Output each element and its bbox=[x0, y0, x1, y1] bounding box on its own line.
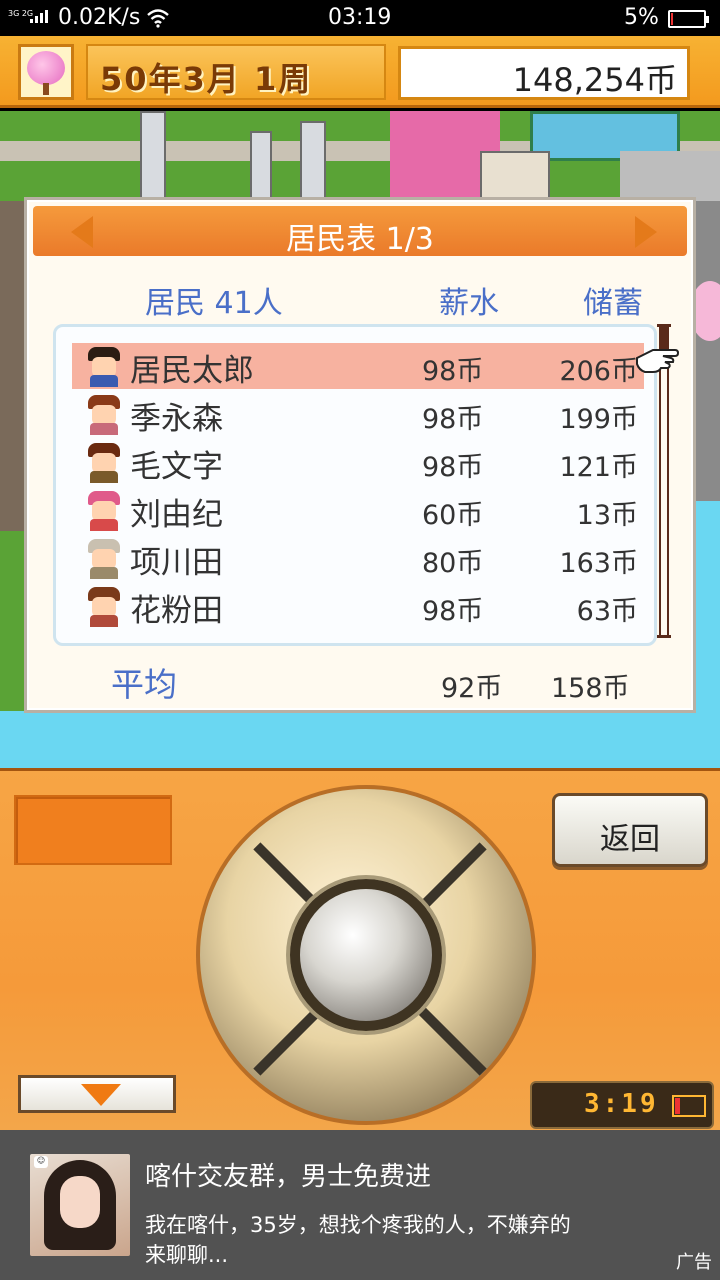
resident-savings: 121币 bbox=[559, 452, 638, 483]
savings-header: 储蓄 bbox=[583, 286, 643, 321]
battery-icon bbox=[668, 10, 709, 28]
resident-salary: 98币 bbox=[422, 596, 484, 627]
back-button-label: 返回 bbox=[600, 822, 660, 857]
network-speed: 0.02K/s bbox=[58, 5, 141, 30]
next-page-arrow-icon[interactable] bbox=[635, 216, 657, 248]
resident-table-panel: 居民表 1/3 居民 41人 薪水 储蓄 居民太郎 98币 206币 季永森 9… bbox=[24, 197, 696, 713]
resident-salary: 98币 bbox=[422, 356, 484, 387]
resident-salary: 98币 bbox=[422, 404, 484, 435]
resident-avatar bbox=[84, 345, 124, 387]
panel-header: 居民表 1/3 bbox=[33, 206, 687, 257]
battery-percent: 5% bbox=[624, 5, 659, 30]
resident-row[interactable]: 项川田 80币 163币 bbox=[72, 535, 644, 581]
resident-row[interactable]: 居民太郎 98币 206币 bbox=[72, 343, 644, 389]
resident-row[interactable]: 季永森 98币 199币 bbox=[72, 391, 644, 437]
resident-name: 项川田 bbox=[130, 545, 223, 581]
game-top-bar: 50年3月 1周 148,254币 bbox=[0, 36, 720, 108]
resident-savings: 63币 bbox=[576, 596, 638, 627]
resident-name: 刘由纪 bbox=[130, 497, 223, 533]
ad-title[interactable]: 喀什交友群，男士免费进 bbox=[145, 1156, 431, 1193]
average-salary: 92币 bbox=[441, 673, 503, 704]
resident-savings: 163币 bbox=[559, 548, 638, 579]
date-display: 50年3月 1周 bbox=[86, 44, 386, 100]
signal-icon bbox=[30, 10, 48, 23]
resident-salary: 80币 bbox=[422, 548, 484, 579]
back-button[interactable]: 返回 bbox=[552, 793, 708, 867]
panel-title: 居民表 1/3 bbox=[286, 222, 434, 257]
ad-banner[interactable]: ☺ 喀什交友群，男士免费进 我在喀什，35岁，想找个疼我的人，不嫌弃的来聊聊..… bbox=[0, 1130, 720, 1280]
battery-icon bbox=[672, 1095, 706, 1117]
resident-savings: 13币 bbox=[576, 500, 638, 531]
resident-name: 毛文字 bbox=[130, 449, 223, 485]
game-clock: 3:19 bbox=[530, 1081, 714, 1129]
average-savings: 158币 bbox=[551, 673, 630, 704]
resident-row[interactable]: 刘由纪 60币 13币 bbox=[72, 487, 644, 533]
resident-name: 季永森 bbox=[130, 401, 223, 437]
status-time: 03:19 bbox=[328, 5, 392, 30]
resident-row[interactable]: 毛文字 98币 121币 bbox=[72, 439, 644, 485]
date-text: 50年3月 1周 bbox=[100, 60, 313, 98]
down-arrow-icon bbox=[81, 1084, 121, 1106]
resident-savings: 206币 bbox=[559, 356, 638, 387]
resident-avatar bbox=[84, 393, 124, 435]
cherry-tree-icon[interactable] bbox=[18, 44, 74, 100]
chat-icon: ☺ bbox=[34, 1156, 48, 1168]
ad-image[interactable]: ☺ bbox=[30, 1154, 130, 1256]
resident-name: 居民太郎 bbox=[130, 353, 254, 389]
resident-avatar bbox=[84, 441, 124, 483]
resident-row[interactable]: 花粉田 98币 63币 bbox=[72, 583, 644, 629]
resident-avatar bbox=[84, 489, 124, 531]
game-clock-text: 3:19 bbox=[584, 1089, 659, 1119]
wifi-icon bbox=[146, 8, 170, 34]
resident-name: 花粉田 bbox=[130, 593, 223, 629]
ad-description[interactable]: 我在喀什，35岁，想找个疼我的人，不嫌弃的来聊聊... bbox=[145, 1210, 585, 1270]
resident-savings: 199币 bbox=[559, 404, 638, 435]
game-controller: 返回 3:19 bbox=[0, 768, 720, 1130]
resident-avatar bbox=[84, 585, 124, 627]
average-label: 平均 bbox=[111, 665, 177, 704]
dpad-center-button[interactable] bbox=[290, 879, 442, 1031]
resident-list[interactable]: 居民太郎 98币 206币 季永森 98币 199币 毛文字 98币 121币 … bbox=[53, 324, 657, 646]
residents-header: 居民 41人 bbox=[145, 286, 283, 321]
resident-avatar bbox=[84, 537, 124, 579]
money-text: 148,254币 bbox=[512, 61, 677, 99]
pointing-hand-icon bbox=[635, 344, 680, 374]
info-slot bbox=[14, 795, 172, 865]
salary-header: 薪水 bbox=[439, 286, 499, 321]
status-bar: 3G 2G 0.02K/s 03:19 5% bbox=[0, 0, 720, 36]
dpad[interactable] bbox=[196, 785, 536, 1125]
ad-label: 广告 bbox=[676, 1252, 712, 1273]
money-display: 148,254币 bbox=[398, 46, 690, 100]
resident-salary: 60币 bbox=[422, 500, 484, 531]
resident-salary: 98币 bbox=[422, 452, 484, 483]
menu-down-button[interactable] bbox=[18, 1075, 176, 1113]
